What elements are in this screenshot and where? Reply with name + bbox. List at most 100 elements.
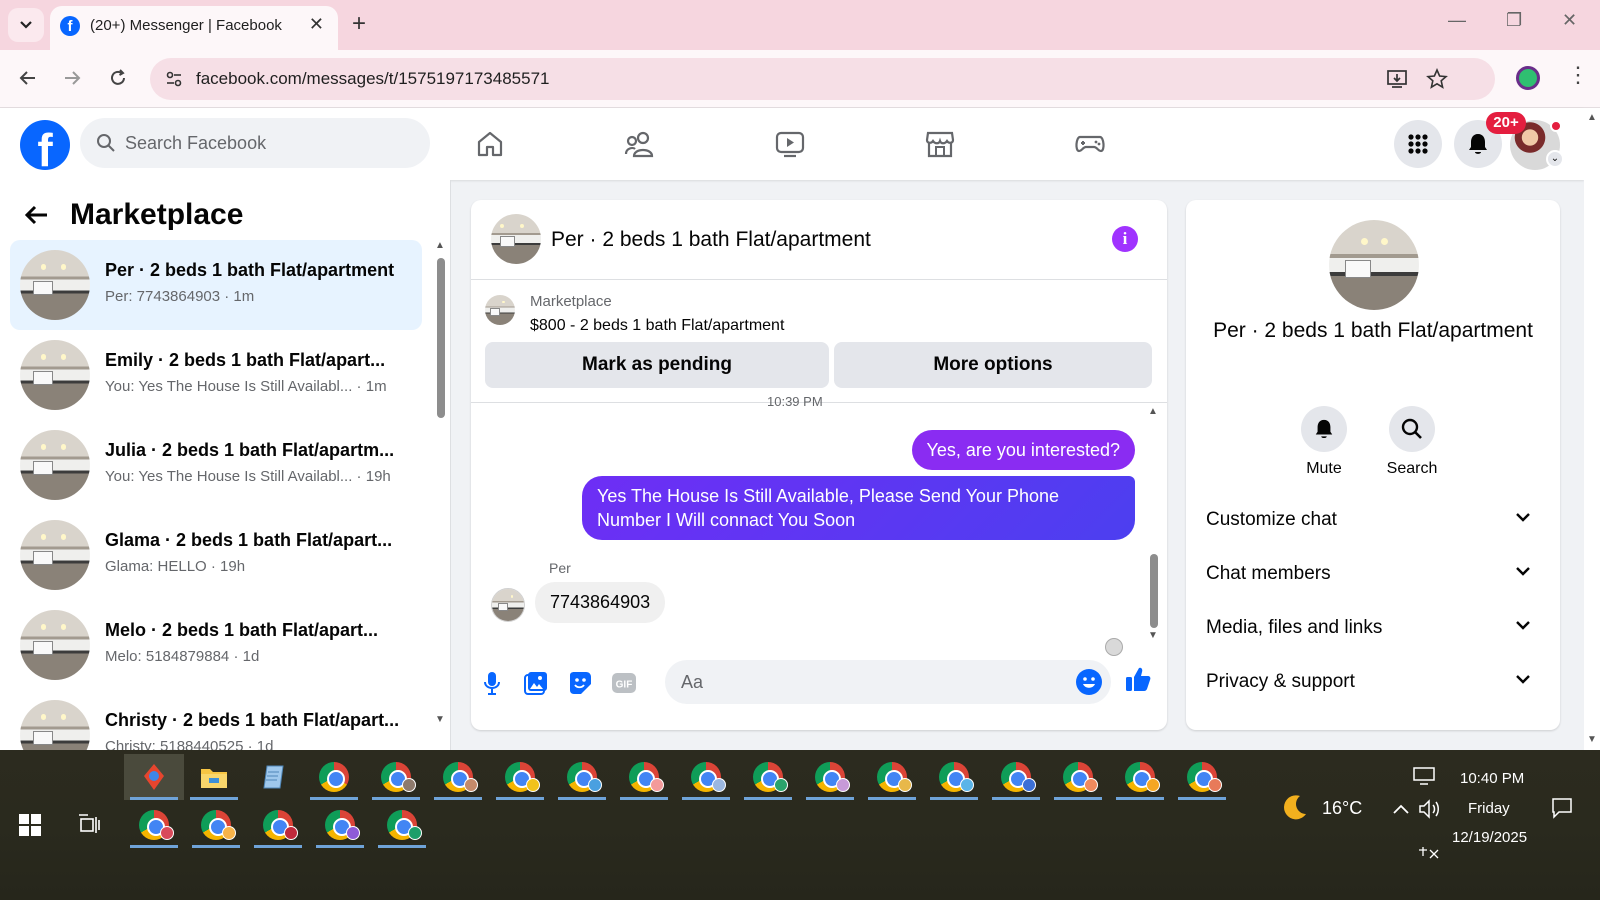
chrome-profile-window[interactable] <box>124 802 184 848</box>
outgoing-message[interactable]: Yes The House Is Still Available, Please… <box>582 476 1135 540</box>
conversation-item[interactable]: Julia · 2 beds 1 bath Flat/apartm... You… <box>10 420 422 510</box>
incoming-message[interactable]: 7743864903 <box>535 582 666 623</box>
mute-circle[interactable] <box>1301 406 1347 452</box>
nav-video[interactable] <box>772 126 808 162</box>
conversation-item[interactable]: Melo · 2 beds 1 bath Flat/apart... Melo:… <box>10 600 422 690</box>
privacy-support-section[interactable]: Privacy & support <box>1206 662 1540 702</box>
chrome-profile-window[interactable] <box>676 754 736 800</box>
sender-avatar[interactable] <box>491 588 525 622</box>
scroll-up-icon[interactable]: ▲ <box>1587 112 1597 123</box>
emoji-icon[interactable] <box>1075 668 1103 696</box>
conversation-item[interactable]: Christy · 2 beds 1 bath Flat/apart... Ch… <box>10 690 422 750</box>
reload-button[interactable] <box>102 62 134 94</box>
action-center-icon[interactable] <box>1550 796 1574 820</box>
chrome-profile-window[interactable] <box>186 802 246 848</box>
keyboard-language-icon[interactable] <box>1418 846 1440 862</box>
back-button[interactable] <box>12 62 44 94</box>
volume-icon[interactable] <box>1418 798 1442 820</box>
conversation-item[interactable]: Per · 2 beds 1 bath Flat/apartment Per: … <box>10 240 422 330</box>
chrome-profile-window[interactable] <box>1110 754 1170 800</box>
chrome-profile-window[interactable] <box>986 754 1046 800</box>
like-button[interactable] <box>1123 664 1153 694</box>
search-input[interactable] <box>125 130 405 156</box>
menu-button[interactable] <box>1394 120 1442 168</box>
scroll-down-icon[interactable]: ▼ <box>435 714 445 725</box>
bookmark-star-icon[interactable] <box>1426 68 1448 90</box>
chat-members-section[interactable]: Chat members <box>1206 554 1540 594</box>
scrollbar-thumb[interactable] <box>437 258 445 418</box>
profile-caret-icon[interactable]: ⌄ <box>1546 150 1564 168</box>
chrome-profile-window[interactable] <box>800 754 860 800</box>
back-arrow-icon[interactable] <box>24 202 50 228</box>
message-input[interactable] <box>681 670 1061 694</box>
customize-chat-section[interactable]: Customize chat <box>1206 500 1540 540</box>
moon-weather-icon[interactable] <box>1280 792 1310 822</box>
tab-close-icon[interactable]: ✕ <box>309 14 324 35</box>
chat-avatar[interactable] <box>491 214 541 264</box>
info-icon[interactable]: i <box>1112 226 1138 252</box>
facebook-logo[interactable]: f <box>20 120 70 170</box>
voice-clip-button[interactable] <box>477 668 507 698</box>
listing-description[interactable]: $800 - 2 beds 1 bath Flat/apartment <box>530 317 784 335</box>
taskbar-pinned-app[interactable] <box>124 754 184 800</box>
chrome-profile-window[interactable] <box>862 754 922 800</box>
page-scrollbar[interactable]: ▲ ▼ <box>1584 108 1600 750</box>
nav-friends[interactable] <box>622 126 658 162</box>
chrome-profile-window[interactable] <box>490 754 550 800</box>
chrome-profile-window[interactable] <box>428 754 488 800</box>
file-explorer-button[interactable] <box>184 754 244 800</box>
start-button[interactable] <box>0 802 60 848</box>
chrome-profile-window[interactable] <box>248 802 308 848</box>
address-bar[interactable]: facebook.com/messages/t/1575197173485571 <box>150 58 1495 100</box>
weather-temperature[interactable]: 16°C <box>1322 798 1362 819</box>
chat-list-scrollbar[interactable]: ▲ ▼ <box>434 240 448 740</box>
chrome-profile-window[interactable] <box>372 802 432 848</box>
chrome-profile-window[interactable] <box>924 754 984 800</box>
search-circle[interactable] <box>1389 406 1435 452</box>
media-files-links-section[interactable]: Media, files and links <box>1206 608 1540 648</box>
chrome-profile-window[interactable] <box>614 754 674 800</box>
site-info-icon[interactable] <box>164 69 184 89</box>
chrome-profile-window[interactable] <box>738 754 798 800</box>
chrome-window[interactable] <box>304 754 364 800</box>
tab-search-button[interactable] <box>8 8 44 42</box>
attach-photo-button[interactable] <box>521 668 551 698</box>
thread-scrollbar[interactable]: ▲ ▼ <box>1147 404 1161 644</box>
chrome-profile-window[interactable] <box>552 754 612 800</box>
minimize-icon[interactable]: — <box>1448 10 1466 31</box>
browser-menu-icon[interactable]: ⋮ <box>1567 62 1589 88</box>
mute-button[interactable]: Mute <box>1284 406 1364 478</box>
task-view-button[interactable] <box>60 802 120 848</box>
nav-gaming[interactable] <box>1072 126 1108 162</box>
notification-display-icon[interactable] <box>1412 766 1436 786</box>
install-app-icon[interactable] <box>1386 68 1408 90</box>
extension-icon[interactable] <box>1516 66 1540 90</box>
close-window-icon[interactable]: ✕ <box>1562 10 1577 31</box>
scroll-down-icon[interactable]: ▼ <box>1587 734 1597 745</box>
chrome-profile-window[interactable] <box>366 754 426 800</box>
nav-home[interactable] <box>472 126 508 162</box>
forward-button[interactable] <box>56 62 88 94</box>
outgoing-message[interactable]: Yes, are you interested? <box>911 430 1135 470</box>
scrollbar-thumb[interactable] <box>1150 554 1158 628</box>
chrome-profile-window[interactable] <box>1048 754 1108 800</box>
nav-marketplace[interactable] <box>922 126 958 162</box>
sticker-button[interactable] <box>565 668 595 698</box>
restore-icon[interactable]: ❐ <box>1506 10 1522 31</box>
new-tab-button[interactable]: + <box>352 10 366 38</box>
notepad-button[interactable] <box>244 754 304 800</box>
details-avatar[interactable] <box>1329 220 1419 310</box>
chrome-profile-window[interactable] <box>310 802 370 848</box>
chat-title[interactable]: Per · 2 beds 1 bath Flat/apartment <box>551 228 871 252</box>
conversation-item[interactable]: Glama · 2 beds 1 bath Flat/apart... Glam… <box>10 510 422 600</box>
chevron-up-icon[interactable] <box>1392 802 1410 816</box>
scroll-down-icon[interactable]: ▼ <box>1148 630 1158 641</box>
facebook-search[interactable] <box>80 118 430 168</box>
scroll-up-icon[interactable]: ▲ <box>435 240 445 251</box>
chrome-profile-window[interactable] <box>1172 754 1232 800</box>
scroll-up-icon[interactable]: ▲ <box>1148 406 1158 417</box>
gif-button[interactable]: GIF <box>609 668 639 698</box>
conversation-item[interactable]: Emily · 2 beds 1 bath Flat/apart... You:… <box>10 330 422 420</box>
search-in-chat-button[interactable]: Search <box>1372 406 1452 478</box>
listing-thumbnail[interactable] <box>485 295 515 325</box>
